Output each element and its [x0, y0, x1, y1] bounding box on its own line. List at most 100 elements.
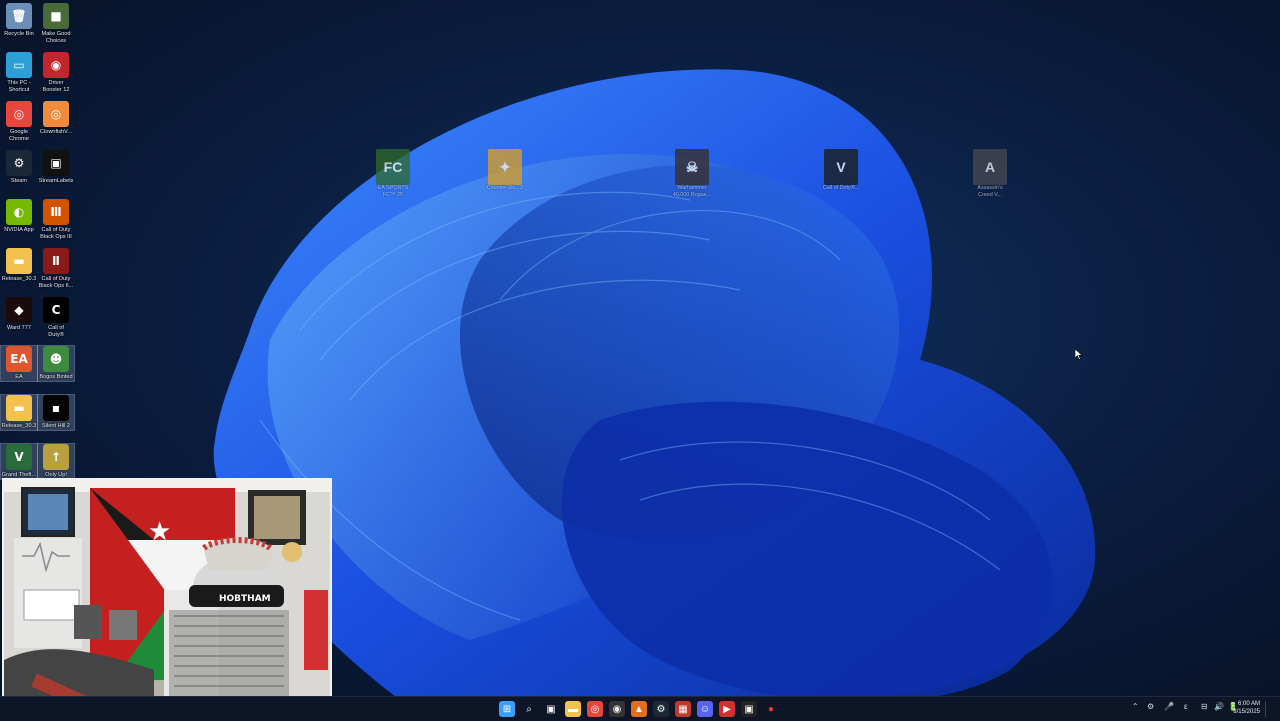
desktop-icon[interactable]: A Assassin's Creed V...	[970, 149, 1010, 199]
taskbar-app-orange-button[interactable]: ▲	[631, 701, 647, 717]
desktop-icon[interactable]: ▪ Silent Hill 2	[37, 394, 75, 431]
silent-hill-icon: ▪	[43, 395, 69, 421]
clownfish-icon: ◎	[43, 101, 69, 127]
desktop-icon-label: Release_30.3	[1, 276, 37, 282]
desktop-icon[interactable]: ▬ Release_30.3	[0, 394, 38, 431]
warhammer-icon: ☠	[675, 149, 709, 185]
chair-brand-text: HOBTHAM	[219, 594, 271, 604]
nvidia-icon: ◐	[6, 199, 32, 225]
desktop-icon-label: Recycle Bin	[4, 31, 34, 37]
windows-start-icon: ⊞	[502, 703, 512, 715]
desktop-icon-label: ClownfishV...	[39, 129, 73, 135]
app-icon: ■	[43, 3, 69, 29]
desktop-icon[interactable]: ▬ Release_30.3	[1, 248, 37, 283]
gauge-icon: ◉	[43, 52, 69, 78]
tray-icon[interactable]: ⊟	[1201, 702, 1208, 711]
desktop-icon[interactable]: FC EA SPORTS FC™ 25	[373, 149, 413, 199]
desktop-icon-label: Call of Duty®	[48, 325, 64, 338]
desktop-icon[interactable]: V Call of Duty®...	[821, 149, 861, 192]
desktop-icon[interactable]: ◆ Ward 777	[1, 297, 37, 332]
ward-icon: ◆	[6, 297, 32, 323]
tray-icon[interactable]: ⌃	[1132, 702, 1139, 711]
desktop-icon[interactable]: Ⅱ Call of Duty Black Ops II...	[38, 248, 74, 290]
desktop-icon[interactable]: ✦ Counter-Str... 2	[485, 149, 525, 192]
desktop-icon[interactable]: ⚙ Steam	[1, 150, 37, 185]
chrome-icon: ◎	[590, 703, 600, 715]
tray-icon[interactable]: 🎤	[1164, 702, 1174, 711]
app-icon: ▶	[723, 703, 731, 715]
mouse-cursor-icon	[1075, 349, 1083, 360]
taskbar-app-record-button[interactable]: ●	[763, 701, 779, 717]
taskbar-obs-button[interactable]: ◉	[609, 701, 625, 717]
taskbar-steam-button[interactable]: ⚙	[653, 701, 669, 717]
app-icon: ▲	[634, 703, 644, 715]
desktop-icon-label: Make Good Choices	[41, 31, 71, 44]
taskbar-clock[interactable]: 6:00 AM 8/15/2025	[1233, 700, 1260, 716]
clock-date: 8/15/2025	[1233, 709, 1260, 715]
desktop-icon-label: Steam	[10, 178, 28, 184]
taskbar-file-explorer-button[interactable]: ▬	[565, 701, 581, 717]
desktop-icon-label: Release_30.3	[1, 423, 37, 429]
desktop-icon[interactable]: ◎ ClownfishV...	[38, 101, 74, 136]
desktop-icon[interactable]: ◎ Google Chrome	[1, 101, 37, 143]
steam-icon: ⚙	[6, 150, 32, 176]
desktop-icon-label: Driver Booster 12	[42, 80, 70, 93]
desktop-icon[interactable]: 🗑 Recycle Bin	[1, 3, 37, 38]
show-desktop-button[interactable]	[1265, 701, 1272, 717]
recycle-bin-icon: 🗑	[6, 3, 32, 29]
desktop-icon-label: This PC - Shortcut	[7, 80, 31, 93]
taskbar-search-button[interactable]: ⌕	[521, 701, 537, 717]
taskbar-discord-button[interactable]: ☺	[697, 701, 713, 717]
taskbar-chrome-button[interactable]: ◎	[587, 701, 603, 717]
search-icon: ⌕	[526, 703, 532, 715]
desktop-icon-label: Call of Duty®...	[822, 185, 860, 191]
webcam-feed: ★ HOBTHAM NG	[4, 480, 330, 716]
taskbar-task-view-button[interactable]: ▣	[543, 701, 559, 717]
desktop-icon[interactable]: ◉ Driver Booster 12	[38, 52, 74, 94]
clock-time: 6:00 AM	[1237, 701, 1260, 707]
alien-icon: ☻	[43, 346, 69, 372]
desktop-icon[interactable]: ◐ NVIDIA App	[1, 199, 37, 234]
desktop-icon[interactable]: ▭ This PC - Shortcut	[1, 52, 37, 94]
desktop-icon-label: Warhammer 40,000 Rogue...	[672, 185, 712, 198]
desktop-icon[interactable]: C Call of Duty®	[38, 297, 74, 339]
taskbar-calendar-button[interactable]: ▦	[675, 701, 691, 717]
task-view-icon: ▣	[546, 703, 556, 715]
desktop-icon[interactable]: ■ Make Good Choices	[38, 3, 74, 45]
folder-icon: ▬	[6, 248, 32, 274]
taskbar-app-red-button[interactable]: ▶	[719, 701, 735, 717]
desktop-icon-label: EA SPORTS FC™ 25	[377, 185, 409, 198]
streamlabels-icon: ▣	[744, 703, 754, 715]
svg-text:★: ★	[148, 517, 171, 547]
folder-icon: ▬	[568, 703, 578, 715]
desktop-icon-label: StreamLabels	[38, 178, 74, 184]
cod-bo2-icon: Ⅱ	[43, 248, 69, 274]
cod-v-icon: V	[824, 149, 858, 185]
desktop-icon[interactable]: V Grand Theft...	[0, 443, 38, 480]
desktop-icon[interactable]: ☠ Warhammer 40,000 Rogue...	[672, 149, 712, 199]
monitor-icon: ▭	[6, 52, 32, 78]
desktop-icon-label: Ward 777	[6, 325, 32, 331]
ea-fc25-icon: FC	[376, 149, 410, 185]
desktop-icon[interactable]: ☻ Bogos Binted	[37, 345, 75, 382]
tray-icon[interactable]: ⚙	[1147, 702, 1154, 711]
taskbar-start-button[interactable]: ⊞	[499, 701, 515, 717]
cod-icon: C	[43, 297, 69, 323]
taskbar: ⊞ ⌕ ▣ ▬ ◎ ◉ ▲ ⚙ ▦ ☺ ▶ ▣ ● ⌃ ⚙ 🎤 ε ⊟ 🔊 🔋 6:00 AM 8/15/2025	[0, 696, 1280, 721]
cod-bo3-icon: Ⅲ	[43, 199, 69, 225]
chrome-icon: ◎	[6, 101, 32, 127]
desktop-icon-label: Call of Duty Black Ops III	[40, 227, 72, 240]
desktop-icon-label: Bogos Binted	[39, 374, 73, 380]
calendar-icon: ▦	[678, 703, 688, 715]
tray-icon[interactable]: 🔊	[1214, 702, 1224, 711]
desktop-icon-label: Counter-Str... 2	[486, 185, 524, 191]
desktop-icon[interactable]: ▣ StreamLabels	[38, 150, 74, 185]
streamlabels-icon: ▣	[43, 150, 69, 176]
desktop-icon[interactable]: Ⅲ Call of Duty Black Ops III	[38, 199, 74, 241]
taskbar-streamlabels-button[interactable]: ▣	[741, 701, 757, 717]
tray-icon[interactable]: ε	[1184, 702, 1188, 711]
desktop-icon-label: EA	[15, 374, 23, 380]
only-up-icon: ↑	[43, 444, 69, 470]
desktop-icon[interactable]: EA EA	[0, 345, 38, 382]
desktop-icon[interactable]: ↑ Only Up!	[37, 443, 75, 480]
